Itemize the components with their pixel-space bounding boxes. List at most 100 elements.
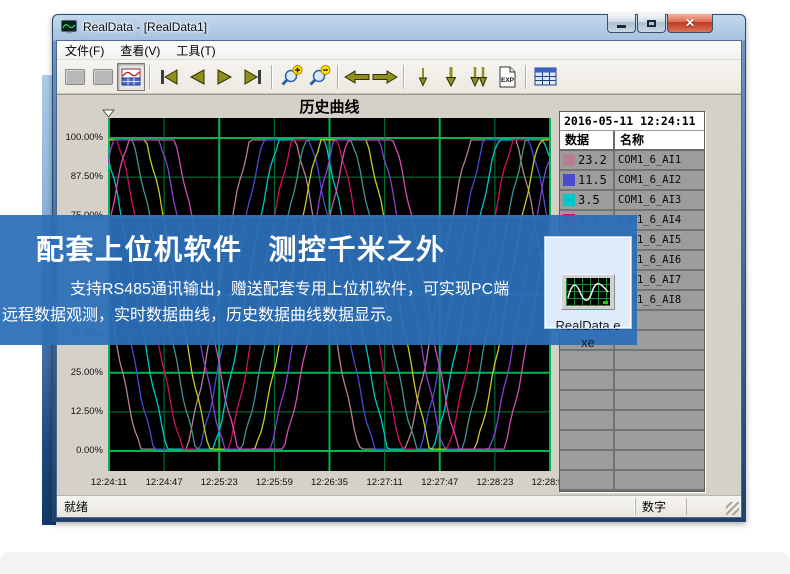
history-chart-icon <box>121 68 141 86</box>
toolbar-separator <box>271 65 273 89</box>
window-title: RealData - [RealData1] <box>83 20 207 34</box>
zoom-out-button[interactable] <box>305 63 333 91</box>
table-row[interactable] <box>560 371 704 389</box>
maximize-button[interactable] <box>637 14 666 33</box>
banner-line-1: 支持RS485通讯输出，赠送配套专用上位机软件，可实现PC端 <box>70 275 509 299</box>
close-button[interactable]: ✕ <box>667 14 713 33</box>
desktop-icon-label: RealData.e xe <box>546 317 630 351</box>
monitor-icon <box>561 274 615 314</box>
promo-screenshot: RealData - [RealData1] ✕ 文件(F) 查看(V) 工具(… <box>0 0 790 574</box>
status-mode: 数字 <box>635 498 687 515</box>
pan-right-icon <box>372 70 398 84</box>
x-axis-tick-label: 12:24:11 <box>82 477 136 488</box>
series-color-swatch <box>563 174 575 186</box>
chart-title: 历史曲线 <box>108 96 551 117</box>
go-previous-icon <box>187 69 207 85</box>
pan-left-icon <box>344 70 370 84</box>
export-button[interactable]: EXP <box>493 63 521 91</box>
x-axis-tick-label: 12:25:23 <box>192 477 246 488</box>
blank-icon <box>93 69 113 85</box>
series-color-swatch <box>563 154 575 166</box>
cursor-down-bold-button[interactable] <box>437 63 465 91</box>
go-first-icon <box>158 69 180 85</box>
menu-view[interactable]: 查看(V) <box>112 41 168 60</box>
go-next-button[interactable] <box>211 63 239 91</box>
go-last-button[interactable] <box>239 63 267 91</box>
data-table-button[interactable] <box>531 63 559 91</box>
toolbar-blank-button-2[interactable] <box>89 63 117 91</box>
y-axis-tick-label: 0.00% <box>57 445 103 456</box>
toolbar-separator <box>337 65 339 89</box>
cursor-down-double-button[interactable] <box>465 63 493 91</box>
column-header-name[interactable]: 名称 <box>613 131 704 149</box>
table-row[interactable] <box>560 431 704 449</box>
desktop-icon-realdata-exe[interactable]: RealData.e xe <box>545 237 631 328</box>
go-previous-button[interactable] <box>183 63 211 91</box>
x-axis-tick-label: 12:27:11 <box>358 477 412 488</box>
menu-file[interactable]: 文件(F) <box>57 41 112 60</box>
x-axis-tick-label: 12:24:47 <box>137 477 191 488</box>
export-icon: EXP <box>498 66 517 88</box>
power-led <box>603 301 608 304</box>
y-axis-tick-label: 25.00% <box>57 367 103 378</box>
y-axis-tick-label: 100.00% <box>57 132 103 143</box>
timestamp: 2016-05-11 12:24:11 <box>560 112 704 131</box>
close-icon: ✕ <box>685 17 695 29</box>
status-text: 就绪 <box>57 498 88 515</box>
status-bar: 就绪 数字 <box>57 495 741 517</box>
banner-heading: 配套上位机软件测控千米之外 <box>36 228 446 268</box>
table-row[interactable]: 3.5COM1_6_AI3 <box>560 191 704 209</box>
series-color-swatch <box>563 194 575 206</box>
promo-banner: 配套上位机软件测控千米之外 支持RS485通讯输出，赠送配套专用上位机软件，可实… <box>0 215 637 345</box>
cursor-down-double-icon <box>469 66 489 87</box>
toolbar-separator <box>525 65 527 89</box>
table-row[interactable]: 23.2 COM1_6_AI1 <box>560 151 704 169</box>
menu-tools[interactable]: 工具(T) <box>168 41 223 60</box>
zoom-in-button[interactable] <box>277 63 305 91</box>
channel-name: COM1_6_AI2 <box>615 171 704 189</box>
toolbar: EXP <box>57 60 741 94</box>
title-bar[interactable]: RealData - [RealData1] ✕ <box>52 14 746 40</box>
table-row[interactable] <box>560 471 704 489</box>
table-row[interactable]: 11.5 COM1_6_AI2 <box>560 171 704 189</box>
go-first-button[interactable] <box>155 63 183 91</box>
minimize-button[interactable] <box>607 14 636 33</box>
maximize-icon <box>647 20 656 27</box>
table-row[interactable] <box>560 451 704 469</box>
x-axis-tick-label: 12:25:59 <box>247 477 301 488</box>
history-chart-button[interactable] <box>117 63 145 91</box>
blank-icon <box>65 69 85 85</box>
x-axis-tick-label: 12:27:47 <box>413 477 467 488</box>
cursor-down-button[interactable] <box>409 63 437 91</box>
menu-bar: 文件(F) 查看(V) 工具(T) <box>57 41 741 60</box>
go-next-icon <box>215 69 235 85</box>
app-icon <box>61 20 77 34</box>
go-last-icon <box>242 69 264 85</box>
cursor-down-icon <box>416 67 430 87</box>
pan-left-button[interactable] <box>343 63 371 91</box>
cursor-down-bold-icon <box>444 66 458 87</box>
y-axis-tick-label: 12.50% <box>57 406 103 417</box>
channel-value: 11.5 <box>578 173 607 187</box>
bottom-section-edge <box>0 552 790 574</box>
table-row[interactable] <box>560 391 704 409</box>
toolbar-blank-button-1[interactable] <box>61 63 89 91</box>
resize-grip[interactable] <box>726 502 739 515</box>
x-axis-tick-label: 12:28:23 <box>468 477 522 488</box>
banner-line-2: 远程数据观测，实时数据曲线，历史数据曲线数据显示。 <box>2 301 402 325</box>
export-label: EXP <box>501 77 515 84</box>
toolbar-separator <box>149 65 151 89</box>
zoom-in-icon <box>280 65 303 88</box>
toolbar-separator <box>403 65 405 89</box>
channel-name: COM1_6_AI3 <box>615 191 704 209</box>
table-row[interactable] <box>560 351 704 369</box>
column-header-data[interactable]: 数据 <box>560 131 613 149</box>
table-row[interactable] <box>560 411 704 429</box>
channel-value: 23.2 <box>578 153 607 167</box>
pan-right-button[interactable] <box>371 63 399 91</box>
cursor-marker-icon[interactable] <box>102 109 115 118</box>
channel-name: COM1_6_AI1 <box>615 151 704 169</box>
data-table-icon <box>534 67 557 86</box>
banner-heading-right: 测控千米之外 <box>269 234 446 265</box>
y-axis-tick-label: 87.50% <box>57 171 103 182</box>
